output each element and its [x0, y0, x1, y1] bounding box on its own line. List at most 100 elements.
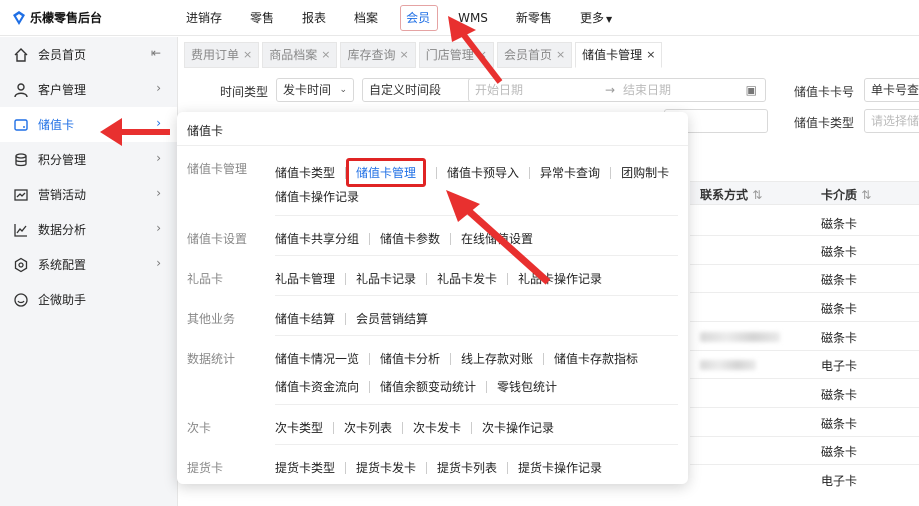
app-logo[interactable]: 乐檬零售后台 [12, 9, 102, 26]
sidebar-item-marketing[interactable]: 营销活动 › [0, 177, 177, 212]
sidebar-item-system-config[interactable]: 系统配置 › [0, 247, 177, 282]
menu-link-card-settlement[interactable]: 储值卡结算 [275, 310, 335, 327]
close-icon[interactable]: × [478, 42, 487, 68]
card-type-select[interactable]: 请选择储 [864, 109, 919, 133]
menu-link-card-management[interactable]: 储值卡管理 [346, 158, 427, 187]
divider [543, 352, 545, 365]
menu-link-card-types[interactable]: 储值卡类型 [275, 164, 335, 181]
tab-member-home[interactable]: 会员首页 × [496, 42, 573, 68]
card-no-mode-select[interactable]: 单卡号查 [864, 78, 919, 102]
close-icon[interactable]: × [646, 42, 655, 68]
menu-link-card-operation-log[interactable]: 储值卡操作记录 [275, 188, 359, 205]
top-bar: 乐檬零售后台 进销存 零售 报表 档案 会员 WMS 新零售 更多 ▼ [0, 0, 919, 36]
menu-link-group-card-making[interactable]: 团购制卡 [621, 164, 669, 181]
chat-icon [12, 291, 30, 309]
menu-link-card-overview[interactable]: 储值卡情况一览 [275, 350, 359, 367]
arrow-right-icon: → [605, 83, 616, 97]
tab-stored-value-card-management[interactable]: 储值卡管理 × [575, 42, 663, 68]
menu-link-abnormal-card-query[interactable]: 异常卡查询 [540, 164, 600, 181]
topnav-item-more[interactable]: 更多 ▼ [580, 0, 612, 36]
menu-row: 储值卡共享分组 储值卡参数 在线储值设置 [275, 230, 533, 247]
select-value: 发卡时间 [283, 83, 332, 97]
menu-link-times-card-issue[interactable]: 次卡发卡 [413, 419, 461, 436]
menu-link-card-fund-flow[interactable]: 储值卡资金流向 [275, 378, 359, 395]
column-header-contact[interactable]: 联系方式 ⇅ [700, 186, 762, 203]
menu-link-online-deposit-reconciliation[interactable]: 线上存款对账 [461, 350, 533, 367]
divider [345, 312, 347, 325]
divider [369, 232, 371, 245]
menu-link-gift-card-management[interactable]: 礼品卡管理 [275, 270, 335, 287]
date-range-picker[interactable]: 开始日期 → 结束日期 ▣ [468, 78, 766, 102]
column-header-card-medium[interactable]: 卡介质 ⇅ [821, 186, 871, 203]
close-icon[interactable]: × [556, 42, 565, 68]
sidebar-item-stored-value-card[interactable]: 储值卡 › [0, 107, 177, 142]
menu-link-card-preimport[interactable]: 储值卡预导入 [447, 164, 519, 181]
menu-link-balance-change-stats[interactable]: 储值余额变动统计 [380, 378, 476, 395]
topnav-item-member[interactable]: 会员 [400, 0, 439, 36]
topnav-item-wms[interactable]: WMS [458, 0, 488, 36]
menu-link-gift-card-issue[interactable]: 礼品卡发卡 [437, 270, 497, 287]
tab-label: 费用订单 [191, 48, 240, 62]
sidebar-item-customers[interactable]: 客户管理 › [0, 72, 177, 107]
menu-link-pickup-card-issue[interactable]: 提货卡发卡 [356, 459, 416, 476]
divider [275, 444, 678, 445]
topnav-item-inventory[interactable]: 进销存 [186, 0, 222, 36]
menu-link-card-deposit-metrics[interactable]: 储值卡存款指标 [554, 350, 638, 367]
menu-link-pickup-card-list[interactable]: 提货卡列表 [437, 459, 497, 476]
menu-link-wallet-stats[interactable]: 零钱包统计 [497, 378, 557, 395]
menu-link-gift-card-operation-log[interactable]: 礼品卡操作记录 [518, 270, 602, 287]
row-divider [690, 436, 919, 437]
menu-link-online-topup-settings[interactable]: 在线储值设置 [461, 230, 533, 247]
menu-link-times-card-list[interactable]: 次卡列表 [344, 419, 392, 436]
close-icon[interactable]: × [399, 42, 408, 68]
topnav-item-archive[interactable]: 档案 [354, 0, 378, 36]
settings-icon [12, 256, 30, 274]
divider [426, 272, 428, 285]
time-range-select[interactable]: 自定义时间段 [362, 78, 472, 102]
sidebar-item-label: 企微助手 [38, 293, 87, 307]
divider [507, 272, 509, 285]
sidebar-item-label: 营销活动 [38, 188, 87, 202]
chevron-right-icon: › [156, 81, 161, 95]
menu-link-card-analysis[interactable]: 储值卡分析 [380, 350, 440, 367]
group-label: 数据统计 [187, 352, 236, 366]
divider [450, 352, 452, 365]
collapse-icon[interactable]: ⇤ [151, 46, 161, 60]
menu-link-card-share-group[interactable]: 储值卡共享分组 [275, 230, 359, 247]
row-divider [690, 407, 919, 408]
tab-inventory-query[interactable]: 库存查询 × [340, 42, 416, 68]
sidebar-item-member-home[interactable]: 会员首页 ⇤ [0, 37, 177, 72]
topnav-label: 进销存 [186, 11, 223, 25]
end-date-input[interactable]: 结束日期 [623, 79, 671, 101]
home-icon [12, 46, 30, 64]
sidebar-item-wecom-assistant[interactable]: 企微助手 [0, 282, 177, 317]
time-type-select[interactable]: 发卡时间 ⌄ [276, 78, 354, 102]
row-divider [690, 464, 919, 465]
close-icon[interactable]: × [243, 42, 252, 68]
menu-link-card-params[interactable]: 储值卡参数 [380, 230, 440, 247]
tab-expense-orders[interactable]: 费用订单 × [184, 42, 260, 68]
sidebar-item-analytics[interactable]: 数据分析 › [0, 212, 177, 247]
menu-row: 次卡类型 次卡列表 次卡发卡 次卡操作记录 [275, 419, 554, 436]
close-icon[interactable]: × [321, 42, 330, 68]
topnav-item-retail[interactable]: 零售 [250, 0, 274, 36]
start-date-input[interactable]: 开始日期 [475, 79, 523, 101]
menu-link-times-card-types[interactable]: 次卡类型 [275, 419, 323, 436]
tab-store-management[interactable]: 门店管理 × [418, 42, 494, 68]
menu-link-pickup-card-types[interactable]: 提货卡类型 [275, 459, 335, 476]
menu-link-pickup-card-operation-log[interactable]: 提货卡操作记录 [518, 459, 602, 476]
sidebar-item-points[interactable]: 积分管理 › [0, 142, 177, 177]
topnav-item-new-retail[interactable]: 新零售 [516, 0, 552, 36]
group-label: 礼品卡 [187, 272, 224, 286]
menu-link-gift-card-records[interactable]: 礼品卡记录 [356, 270, 416, 287]
menu-link-times-card-operation-log[interactable]: 次卡操作记录 [482, 419, 554, 436]
sidebar-item-label: 数据分析 [38, 223, 87, 237]
menu-link-member-marketing-settlement[interactable]: 会员营销结算 [356, 310, 428, 327]
calendar-icon: ▣ [745, 83, 757, 97]
topnav-item-reports[interactable]: 报表 [302, 0, 326, 36]
menu-row: 储值卡情况一览 储值卡分析 线上存款对账 储值卡存款指标 [275, 350, 638, 367]
divider [177, 145, 688, 146]
tab-product-archive[interactable]: 商品档案 × [262, 42, 338, 68]
card-type-label: 储值卡类型 [794, 116, 855, 130]
table-cell: 磁条卡 [821, 445, 858, 459]
